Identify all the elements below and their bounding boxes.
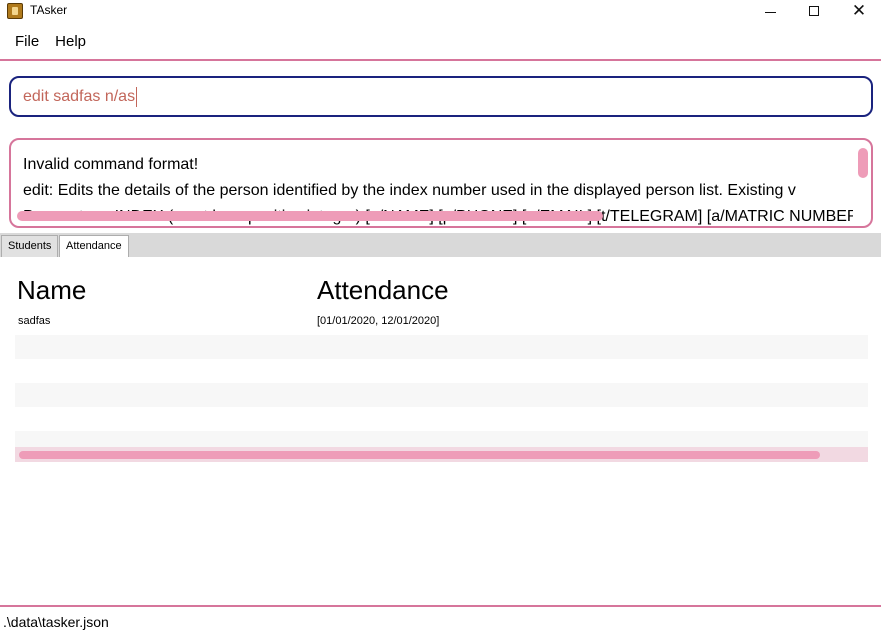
result-display[interactable]: Invalid command format! edit: Edits the … (9, 138, 873, 228)
scrollbar-thumb[interactable] (19, 451, 820, 459)
app-window: TAsker ✕ File Help edit sadfas n/as Inva… (0, 0, 881, 630)
cell-attendance: [01/01/2020, 12/01/2020] (317, 315, 440, 327)
command-text: edit sadfas n/as (23, 87, 136, 105)
empty-row (15, 431, 868, 447)
close-button[interactable]: ✕ (836, 0, 881, 22)
window-title: TAsker (30, 3, 68, 17)
text-caret (136, 86, 138, 107)
scrollbar-thumb[interactable] (858, 148, 868, 178)
tab-students[interactable]: Students (1, 235, 59, 257)
attendance-table: Name Attendance sadfas [01/01/2020, 12/0… (0, 257, 881, 467)
minimize-icon (764, 11, 776, 13)
column-header-attendance[interactable]: Attendance (317, 275, 449, 306)
tab-bar: Students Attendance (0, 233, 881, 257)
table-row[interactable]: sadfas [01/01/2020, 12/01/2020] (15, 313, 868, 337)
scrollbar-thumb[interactable] (17, 211, 603, 221)
result-line: Invalid command format! (23, 156, 199, 173)
column-header-name[interactable]: Name (17, 275, 86, 306)
maximize-icon (809, 6, 819, 16)
command-input[interactable]: edit sadfas n/as (9, 76, 873, 117)
minimize-button[interactable] (747, 0, 793, 22)
maximize-button[interactable] (791, 0, 837, 22)
empty-row (15, 407, 868, 431)
result-line: edit: Edits the details of the person id… (23, 182, 796, 199)
result-vertical-scrollbar[interactable] (858, 146, 868, 212)
status-file-path: .\data\tasker.json (3, 614, 109, 630)
cell-name: sadfas (18, 315, 51, 327)
menu-help[interactable]: Help (47, 28, 94, 56)
menu-file[interactable]: File (7, 28, 47, 56)
status-divider (0, 605, 881, 607)
table-horizontal-scrollbar[interactable] (15, 447, 868, 462)
title-bar: TAsker ✕ (0, 0, 881, 22)
menu-bar: File Help (0, 28, 881, 56)
app-logo-icon (7, 3, 23, 19)
result-horizontal-scrollbar[interactable] (17, 211, 853, 221)
tab-attendance[interactable]: Attendance (59, 235, 129, 257)
empty-row (15, 359, 868, 383)
close-icon: ✕ (851, 0, 867, 21)
empty-row (15, 383, 868, 407)
menu-divider (0, 59, 881, 61)
empty-row (15, 335, 868, 359)
